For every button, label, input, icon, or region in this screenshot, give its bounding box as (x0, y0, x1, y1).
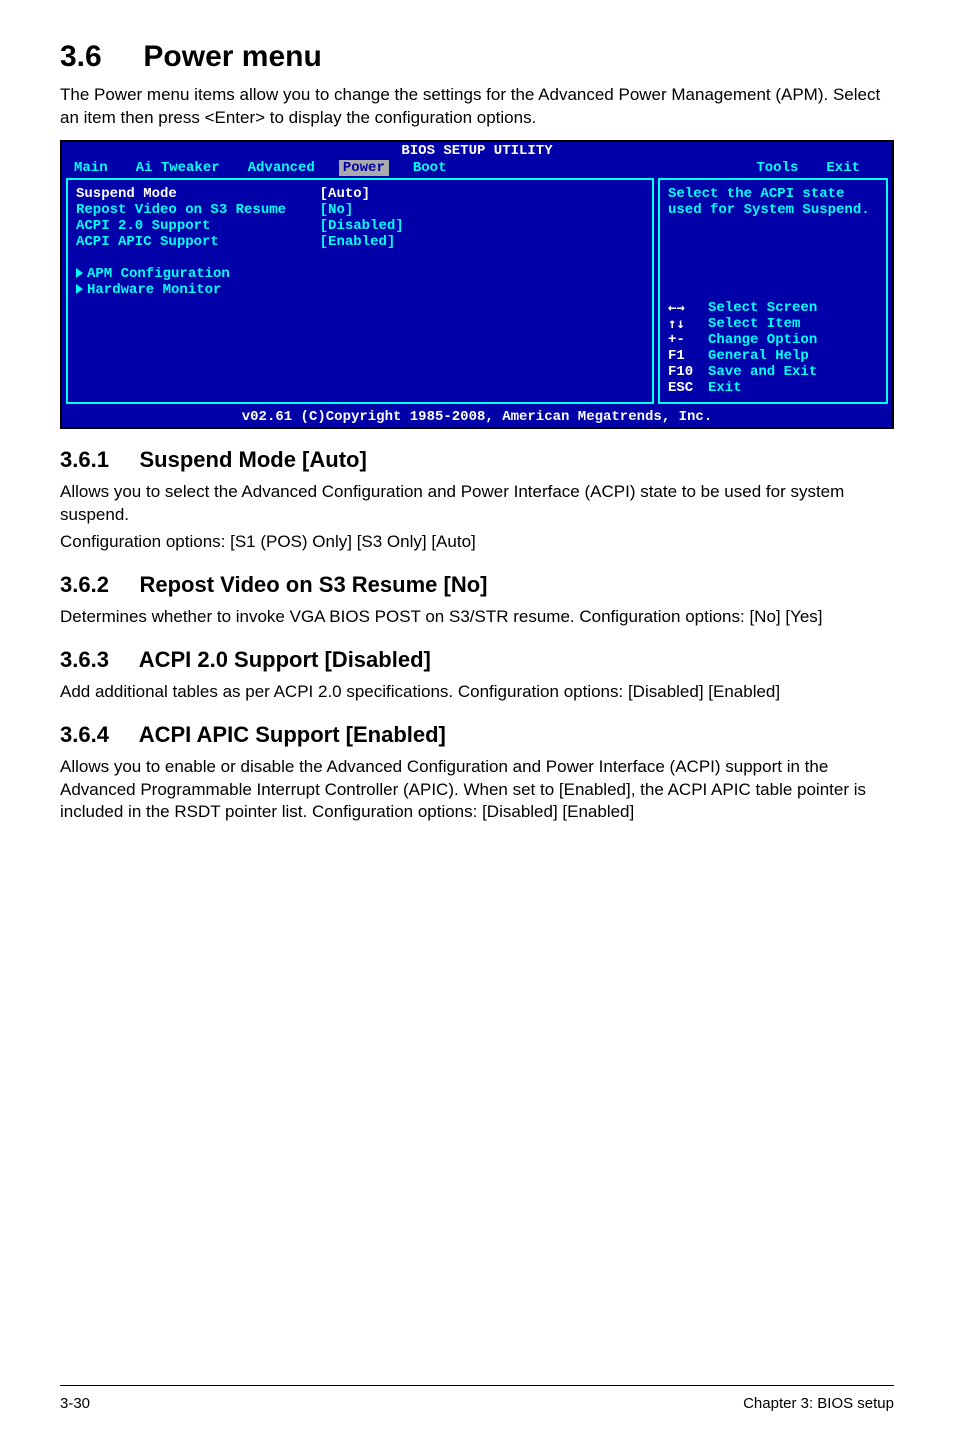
footer-rule (60, 1385, 894, 1386)
bios-tabs: Main Ai Tweaker Advanced Power Boot Tool… (62, 160, 892, 178)
bios-help-text: Select the ACPI state used for System Su… (668, 186, 878, 218)
bios-item-suspend-mode[interactable]: Suspend Mode [Auto] (76, 186, 644, 202)
section-heading-1: 3.6.1 Suspend Mode [Auto] (60, 447, 894, 473)
intro-paragraph: The Power menu items allow you to change… (60, 84, 894, 130)
section-3-para-1: Add additional tables as per ACPI 2.0 sp… (60, 681, 894, 704)
section-2-para-1: Determines whether to invoke VGA BIOS PO… (60, 606, 894, 629)
triangle-icon (76, 284, 83, 294)
bios-footer: v02.61 (C)Copyright 1985-2008, American … (62, 408, 892, 427)
bios-nav-select-screen: ←→Select Screen (668, 300, 878, 316)
section-4-para-1: Allows you to enable or disable the Adva… (60, 756, 894, 825)
section-1-para-2: Configuration options: [S1 (POS) Only] [… (60, 531, 894, 554)
triangle-icon (76, 268, 83, 278)
title-text: Power menu (143, 40, 321, 73)
bios-left-pane: Suspend Mode [Auto] Repost Video on S3 R… (66, 178, 654, 404)
bios-body: Suspend Mode [Auto] Repost Video on S3 R… (62, 178, 892, 408)
bios-header: BIOS SETUP UTILITY (62, 142, 892, 160)
bios-item-acpi-apic[interactable]: ACPI APIC Support [Enabled] (76, 234, 644, 250)
chapter-label: Chapter 3: BIOS setup (743, 1395, 894, 1412)
bios-tab-main[interactable]: Main (70, 160, 112, 176)
bios-tab-tools[interactable]: Tools (752, 160, 802, 176)
bios-nav-change-option: +-Change Option (668, 332, 878, 348)
bios-item-repost-video[interactable]: Repost Video on S3 Resume [No] (76, 202, 644, 218)
bios-subitem-apm[interactable]: APM Configuration (76, 266, 644, 282)
page-title: 3.6 Power menu (60, 40, 894, 74)
section-heading-3: 3.6.3 ACPI 2.0 Support [Disabled] (60, 647, 894, 673)
bios-item-acpi-20[interactable]: ACPI 2.0 Support [Disabled] (76, 218, 644, 234)
bios-subitem-hwmon[interactable]: Hardware Monitor (76, 282, 644, 298)
bios-tab-boot[interactable]: Boot (409, 160, 451, 176)
bios-nav-save-exit: F10Save and Exit (668, 364, 878, 380)
section-heading-2: 3.6.2 Repost Video on S3 Resume [No] (60, 572, 894, 598)
section-heading-4: 3.6.4 ACPI APIC Support [Enabled] (60, 722, 894, 748)
bios-nav-general-help: F1General Help (668, 348, 878, 364)
page-footer: 3-30 Chapter 3: BIOS setup (60, 1395, 894, 1412)
bios-tab-exit[interactable]: Exit (822, 160, 864, 176)
bios-nav-exit: ESCExit (668, 380, 878, 396)
title-number: 3.6 (60, 40, 102, 73)
page-number: 3-30 (60, 1395, 90, 1412)
bios-tab-ai-tweaker[interactable]: Ai Tweaker (132, 160, 224, 176)
bios-nav-legend: ←→Select Screen ↑↓Select Item +-Change O… (668, 300, 878, 396)
bios-screenshot: BIOS SETUP UTILITY Main Ai Tweaker Advan… (60, 140, 894, 429)
bios-tab-power[interactable]: Power (339, 160, 389, 176)
bios-nav-select-item: ↑↓Select Item (668, 316, 878, 332)
bios-right-pane: Select the ACPI state used for System Su… (658, 178, 888, 404)
section-1-para-1: Allows you to select the Advanced Config… (60, 481, 894, 527)
bios-tab-advanced[interactable]: Advanced (244, 160, 319, 176)
